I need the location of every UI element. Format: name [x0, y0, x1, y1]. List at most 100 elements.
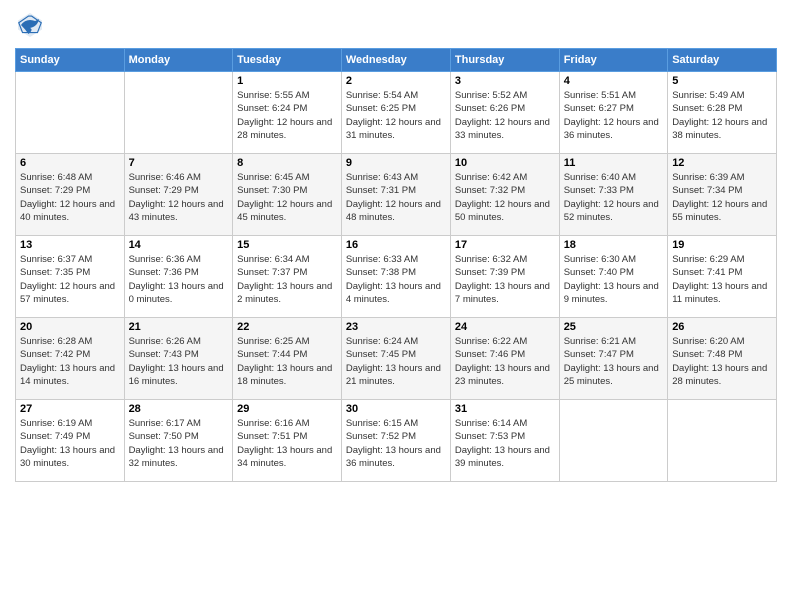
day-number: 25: [564, 321, 664, 333]
day-number: 24: [455, 321, 555, 333]
day-number: 3: [455, 75, 555, 87]
day-info: Sunrise: 6:32 AM Sunset: 7:39 PM Dayligh…: [455, 253, 555, 306]
calendar-cell: 14 Sunrise: 6:36 AM Sunset: 7:36 PM Dayli…: [124, 236, 233, 318]
calendar-cell: 1 Sunrise: 5:55 AM Sunset: 6:24 PM Daylig…: [233, 72, 342, 154]
day-info: Sunrise: 6:16 AM Sunset: 7:51 PM Dayligh…: [237, 417, 337, 470]
calendar-cell: 3 Sunrise: 5:52 AM Sunset: 6:26 PM Daylig…: [450, 72, 559, 154]
day-info: Sunrise: 6:46 AM Sunset: 7:29 PM Dayligh…: [129, 171, 229, 224]
day-number: 15: [237, 239, 337, 251]
day-info: Sunrise: 6:17 AM Sunset: 7:50 PM Dayligh…: [129, 417, 229, 470]
calendar-week-row: 13 Sunrise: 6:37 AM Sunset: 7:35 PM Dayli…: [16, 236, 777, 318]
logo-icon: [15, 10, 45, 40]
calendar-cell: 16Sunrise: 6:33 AM Sunset: 7:38 PM Dayli…: [341, 236, 450, 318]
calendar-cell: 24 Sunrise: 6:22 AM Sunset: 7:46 PM Dayli…: [450, 318, 559, 400]
calendar-cell: 23 Sunrise: 6:24 AM Sunset: 7:45 PM Dayli…: [341, 318, 450, 400]
day-number: 12: [672, 157, 772, 169]
day-number: 17: [455, 239, 555, 251]
calendar-cell: 9 Sunrise: 6:43 AM Sunset: 7:31 PM Daylig…: [341, 154, 450, 236]
calendar-cell: [124, 72, 233, 154]
day-info: Sunrise: 6:28 AM Sunset: 7:42 PM Dayligh…: [20, 335, 120, 388]
calendar-cell: 26 Sunrise: 6:20 AM Sunset: 7:48 PM Dayli…: [668, 318, 777, 400]
day-info: Sunrise: 6:43 AM Sunset: 7:31 PM Dayligh…: [346, 171, 446, 224]
day-number: 5: [672, 75, 772, 87]
day-info: Sunrise: 6:45 AM Sunset: 7:30 PM Dayligh…: [237, 171, 337, 224]
col-saturday: Saturday: [668, 49, 777, 72]
day-number: 19: [672, 239, 772, 251]
day-number: 4: [564, 75, 664, 87]
day-info: Sunrise: 6:19 AM Sunset: 7:49 PM Dayligh…: [20, 417, 120, 470]
header: [15, 10, 777, 40]
day-number: 10: [455, 157, 555, 169]
col-sunday: Sunday: [16, 49, 125, 72]
day-info: Sunrise: 6:22 AM Sunset: 7:46 PM Dayligh…: [455, 335, 555, 388]
calendar-cell: 8 Sunrise: 6:45 AM Sunset: 7:30 PM Daylig…: [233, 154, 342, 236]
calendar-week-row: 1 Sunrise: 5:55 AM Sunset: 6:24 PM Daylig…: [16, 72, 777, 154]
calendar-table: Sunday Monday Tuesday Wednesday Thursday…: [15, 48, 777, 482]
calendar-cell: 5 Sunrise: 5:49 AM Sunset: 6:28 PM Daylig…: [668, 72, 777, 154]
day-info: Sunrise: 6:21 AM Sunset: 7:47 PM Dayligh…: [564, 335, 664, 388]
calendar-cell: 12 Sunrise: 6:39 AM Sunset: 7:34 PM Dayli…: [668, 154, 777, 236]
day-info: Sunrise: 6:25 AM Sunset: 7:44 PM Dayligh…: [237, 335, 337, 388]
col-wednesday: Wednesday: [341, 49, 450, 72]
calendar-cell: 4 Sunrise: 5:51 AM Sunset: 6:27 PM Daylig…: [559, 72, 668, 154]
calendar-cell: 20 Sunrise: 6:28 AM Sunset: 7:42 PM Dayli…: [16, 318, 125, 400]
day-info: Sunrise: 6:36 AM Sunset: 7:36 PM Dayligh…: [129, 253, 229, 306]
calendar-cell: [559, 400, 668, 482]
calendar-cell: 6 Sunrise: 6:48 AM Sunset: 7:29 PM Daylig…: [16, 154, 125, 236]
day-number: 29: [237, 403, 337, 415]
day-number: 23: [346, 321, 446, 333]
calendar-cell: 2 Sunrise: 5:54 AM Sunset: 6:25 PM Daylig…: [341, 72, 450, 154]
day-number: 16: [346, 239, 446, 251]
col-tuesday: Tuesday: [233, 49, 342, 72]
day-info: Sunrise: 5:54 AM Sunset: 6:25 PM Dayligh…: [346, 89, 446, 142]
day-number: 20: [20, 321, 120, 333]
day-info: Sunrise: 6:34 AM Sunset: 7:37 PM Dayligh…: [237, 253, 337, 306]
day-info: Sunrise: 6:20 AM Sunset: 7:48 PM Dayligh…: [672, 335, 772, 388]
calendar-cell: [668, 400, 777, 482]
day-info: Sunrise: 6:37 AM Sunset: 7:35 PM Dayligh…: [20, 253, 120, 306]
day-number: 8: [237, 157, 337, 169]
calendar-cell: 15 Sunrise: 6:34 AM Sunset: 7:37 PM Dayli…: [233, 236, 342, 318]
calendar-cell: 31Sunrise: 6:14 AM Sunset: 7:53 PM Dayli…: [450, 400, 559, 482]
day-number: 6: [20, 157, 120, 169]
day-number: 2: [346, 75, 446, 87]
day-info: Sunrise: 6:48 AM Sunset: 7:29 PM Dayligh…: [20, 171, 120, 224]
day-number: 14: [129, 239, 229, 251]
col-monday: Monday: [124, 49, 233, 72]
day-info: Sunrise: 6:24 AM Sunset: 7:45 PM Dayligh…: [346, 335, 446, 388]
day-info: Sunrise: 5:52 AM Sunset: 6:26 PM Dayligh…: [455, 89, 555, 142]
day-number: 18: [564, 239, 664, 251]
calendar-week-row: 6 Sunrise: 6:48 AM Sunset: 7:29 PM Daylig…: [16, 154, 777, 236]
day-number: 11: [564, 157, 664, 169]
calendar-cell: 29 Sunrise: 6:16 AM Sunset: 7:51 PM Dayli…: [233, 400, 342, 482]
day-number: 31: [455, 403, 555, 415]
calendar-cell: 28 Sunrise: 6:17 AM Sunset: 7:50 PM Dayli…: [124, 400, 233, 482]
day-info: Sunrise: 5:51 AM Sunset: 6:27 PM Dayligh…: [564, 89, 664, 142]
calendar-week-row: 27Sunrise: 6:19 AM Sunset: 7:49 PM Dayli…: [16, 400, 777, 482]
calendar-cell: [16, 72, 125, 154]
day-number: 26: [672, 321, 772, 333]
day-info: Sunrise: 5:55 AM Sunset: 6:24 PM Dayligh…: [237, 89, 337, 142]
day-info: Sunrise: 6:39 AM Sunset: 7:34 PM Dayligh…: [672, 171, 772, 224]
day-number: 22: [237, 321, 337, 333]
day-number: 1: [237, 75, 337, 87]
day-info: Sunrise: 5:49 AM Sunset: 6:28 PM Dayligh…: [672, 89, 772, 142]
day-info: Sunrise: 6:30 AM Sunset: 7:40 PM Dayligh…: [564, 253, 664, 306]
calendar-cell: 7 Sunrise: 6:46 AM Sunset: 7:29 PM Daylig…: [124, 154, 233, 236]
calendar-cell: 21Sunrise: 6:26 AM Sunset: 7:43 PM Dayli…: [124, 318, 233, 400]
day-number: 28: [129, 403, 229, 415]
day-number: 30: [346, 403, 446, 415]
col-thursday: Thursday: [450, 49, 559, 72]
calendar-cell: 11Sunrise: 6:40 AM Sunset: 7:33 PM Dayli…: [559, 154, 668, 236]
calendar-cell: 19Sunrise: 6:29 AM Sunset: 7:41 PM Dayli…: [668, 236, 777, 318]
day-number: 13: [20, 239, 120, 251]
calendar-cell: 13 Sunrise: 6:37 AM Sunset: 7:35 PM Dayli…: [16, 236, 125, 318]
logo: [15, 10, 49, 40]
col-friday: Friday: [559, 49, 668, 72]
calendar-cell: 25 Sunrise: 6:21 AM Sunset: 7:47 PM Dayli…: [559, 318, 668, 400]
day-number: 7: [129, 157, 229, 169]
calendar-cell: 27Sunrise: 6:19 AM Sunset: 7:49 PM Dayli…: [16, 400, 125, 482]
day-number: 21: [129, 321, 229, 333]
page: Sunday Monday Tuesday Wednesday Thursday…: [0, 0, 792, 612]
day-number: 9: [346, 157, 446, 169]
